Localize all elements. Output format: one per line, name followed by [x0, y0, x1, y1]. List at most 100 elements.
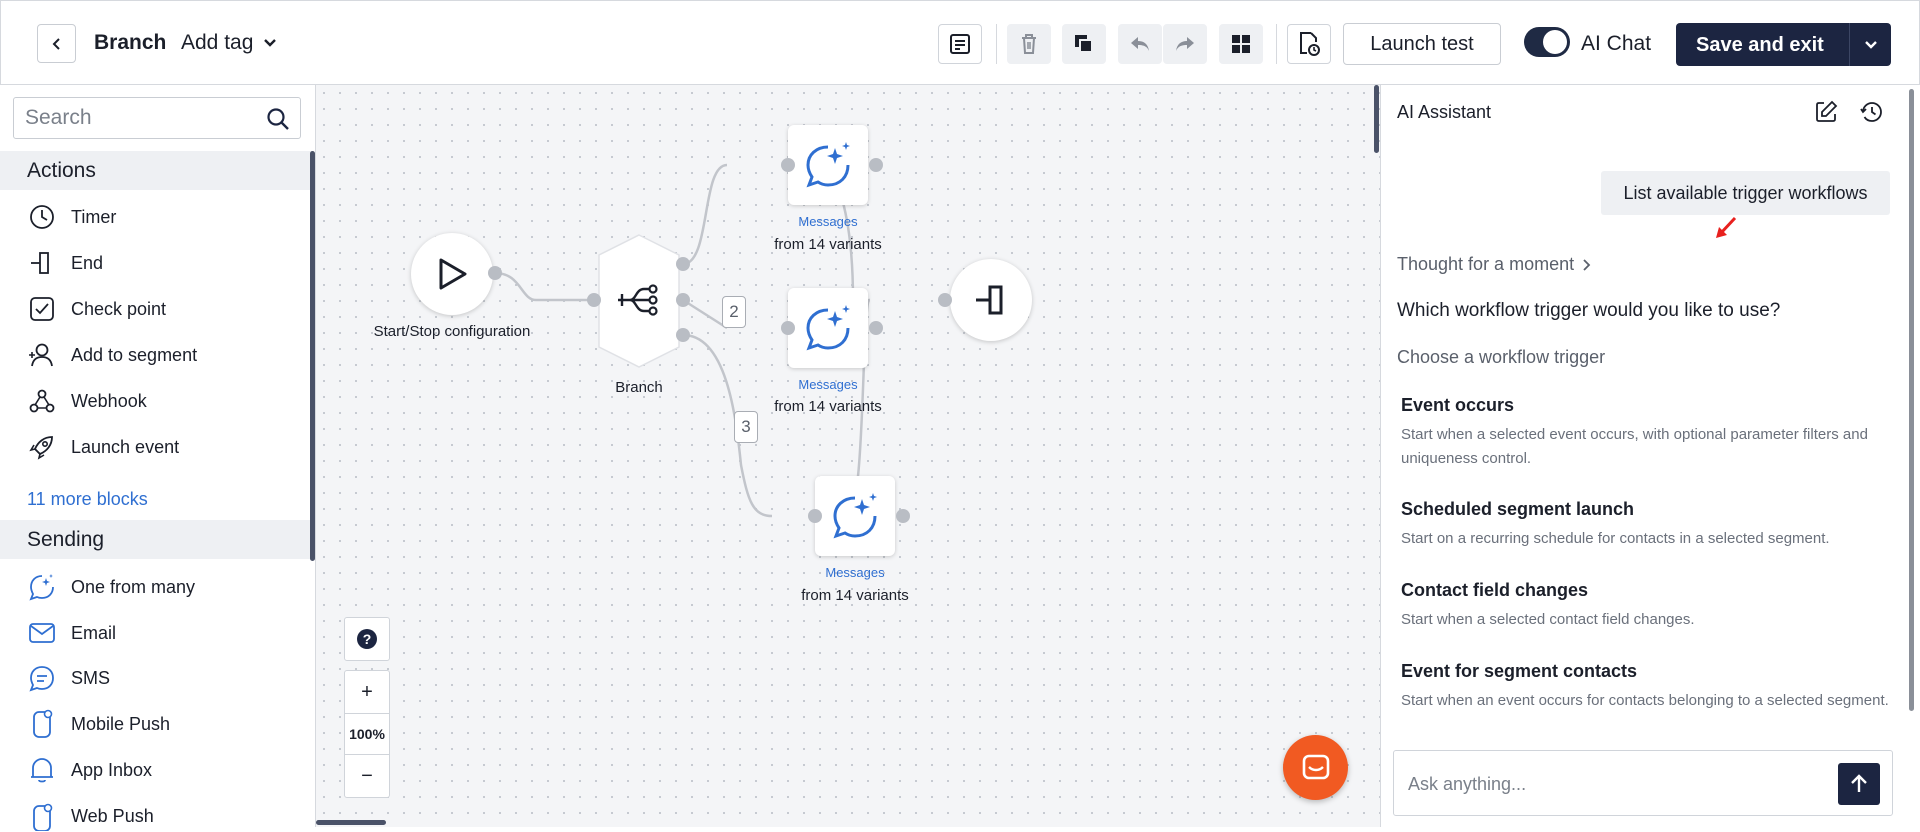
sidebar-item-one-from-many[interactable]: One from many: [27, 571, 195, 603]
ask-field[interactable]: [1393, 750, 1893, 816]
launch-event-icon: [27, 432, 57, 462]
save-options-dropdown[interactable]: [1849, 23, 1891, 66]
ai-message-icon: [806, 305, 850, 351]
branch-output-port-1[interactable]: [676, 257, 690, 271]
search-input[interactable]: [25, 106, 255, 130]
save-and-exit-button[interactable]: Save and exit: [1676, 23, 1891, 66]
sidebar-item-launch-event[interactable]: Launch event: [27, 431, 179, 463]
back-button[interactable]: [37, 24, 76, 63]
trigger-title: Event for segment contacts: [1401, 661, 1638, 681]
sidebar-item-label: One from many: [71, 576, 196, 597]
trigger-option[interactable]: Scheduled segment launch Start on a recu…: [1401, 499, 1891, 551]
sidebar-item-app-inbox[interactable]: App Inbox: [27, 754, 152, 786]
sidebar-scrollbar[interactable]: [310, 151, 315, 561]
delete-button[interactable]: [1007, 24, 1051, 64]
version-history-button[interactable]: [1287, 24, 1331, 64]
layout-button[interactable]: [1219, 24, 1263, 64]
sidebar-item-label: Launch event: [71, 436, 180, 457]
add-tag-label: Add tag: [181, 31, 254, 54]
messages-output-port[interactable]: [896, 509, 910, 523]
sidebar-item-mobile-push[interactable]: Mobile Push: [27, 708, 170, 740]
branch-input-port[interactable]: [587, 293, 601, 307]
redo-button[interactable]: [1163, 24, 1207, 64]
search-field[interactable]: [13, 97, 301, 139]
ai-message-icon: [806, 142, 850, 188]
sidebar-item-add-to-segment[interactable]: Add to segment: [27, 339, 197, 371]
user-message: List available trigger workflows: [1601, 171, 1890, 215]
messages-node-subtitle: from 14 variants: [774, 398, 882, 415]
messages-node[interactable]: [788, 288, 868, 368]
messages-node-title: Messages: [798, 377, 858, 392]
trigger-description: Start when a selected event occurs, with…: [1401, 426, 1868, 467]
add-to-segment-icon: [27, 340, 57, 370]
undo-button[interactable]: [1118, 24, 1162, 64]
webhook-icon: [27, 386, 57, 416]
sms-icon: [27, 663, 57, 693]
toolbar-divider: [1276, 24, 1277, 64]
chevron-down-icon: [1864, 40, 1877, 49]
copy-icon: [1075, 35, 1093, 53]
zoom-in-button[interactable]: +: [344, 670, 390, 714]
sidebar-item-email[interactable]: Email: [27, 617, 116, 649]
sidebar-item-sms[interactable]: SMS: [27, 662, 110, 694]
sidebar-item-timer[interactable]: Timer: [27, 201, 116, 233]
sidebar-item-web-push[interactable]: Web Push: [27, 800, 154, 832]
trigger-description: Start on a recurring schedule for contac…: [1401, 530, 1830, 547]
trigger-option[interactable]: Contact field changes Start when a selec…: [1401, 580, 1891, 632]
mobile-push-icon: [27, 709, 57, 739]
ai-panel-scrollbar[interactable]: [1909, 89, 1914, 711]
start-stop-node[interactable]: [411, 233, 493, 315]
messages-input-port[interactable]: [781, 321, 795, 335]
messages-node[interactable]: [788, 125, 868, 205]
note-icon: [950, 34, 970, 54]
actions-heading: Actions: [0, 151, 312, 190]
branch-path-badge-2: 2: [722, 296, 746, 328]
history-icon: [1860, 102, 1882, 122]
add-tag-dropdown[interactable]: Add tag: [181, 31, 277, 55]
chat-history-button[interactable]: [1859, 99, 1885, 130]
redo-icon: [1176, 37, 1194, 51]
thought-toggle[interactable]: Thought for a moment: [1397, 254, 1592, 275]
canvas-horizontal-scrollbar[interactable]: [316, 820, 386, 825]
ask-input[interactable]: [1408, 771, 1828, 797]
start-output-port[interactable]: [488, 266, 502, 280]
messages-input-port[interactable]: [808, 509, 822, 523]
messages-input-port[interactable]: [781, 158, 795, 172]
messages-output-port[interactable]: [869, 321, 883, 335]
chat-icon: [1302, 754, 1329, 779]
choose-trigger-label: Choose a workflow trigger: [1397, 347, 1606, 367]
messages-node[interactable]: [815, 476, 895, 556]
notes-button[interactable]: [938, 24, 982, 64]
sidebar-item-webhook[interactable]: Webhook: [27, 385, 147, 417]
send-button[interactable]: [1838, 763, 1880, 805]
search-icon[interactable]: [266, 107, 290, 131]
messages-node-subtitle: from 14 variants: [774, 236, 882, 253]
branch-output-port-2[interactable]: [676, 293, 690, 307]
more-blocks-link[interactable]: 11 more blocks: [27, 489, 148, 510]
sidebar-item-label: End: [71, 252, 104, 273]
ai-panel-title: AI Assistant: [1397, 102, 1492, 122]
trigger-option[interactable]: Event for segment contacts Start when an…: [1401, 661, 1891, 713]
edit-icon: [1816, 100, 1838, 122]
ai-chat-toggle[interactable]: [1524, 27, 1570, 57]
end-node[interactable]: [950, 259, 1032, 341]
zoom-out-button[interactable]: −: [344, 754, 390, 798]
trigger-description: Start when a selected contact field chan…: [1401, 611, 1695, 628]
end-icon: [27, 248, 57, 278]
new-chat-button[interactable]: [1813, 99, 1839, 130]
sidebar-item-check-point[interactable]: Check point: [27, 293, 166, 325]
assistant-question: Which workflow trigger would you like to…: [1397, 300, 1781, 321]
copy-button[interactable]: [1062, 24, 1106, 64]
chevron-right-icon: [1583, 258, 1591, 271]
trigger-option[interactable]: Event occurs Start when a selected event…: [1401, 395, 1891, 471]
workflow-canvas[interactable]: Start/Stop configuration Branch 2 3 Mess…: [316, 85, 1380, 827]
end-input-port[interactable]: [938, 293, 952, 307]
sidebar-item-end[interactable]: End: [27, 247, 103, 279]
help-button[interactable]: ?: [344, 617, 390, 661]
canvas-vertical-scrollbar[interactable]: [1374, 85, 1379, 153]
messages-output-port[interactable]: [869, 158, 883, 172]
launch-test-button[interactable]: Launch test: [1343, 23, 1501, 65]
branch-icon: [618, 284, 658, 316]
branch-output-port-3[interactable]: [676, 328, 690, 342]
support-chat-button[interactable]: [1283, 735, 1348, 800]
